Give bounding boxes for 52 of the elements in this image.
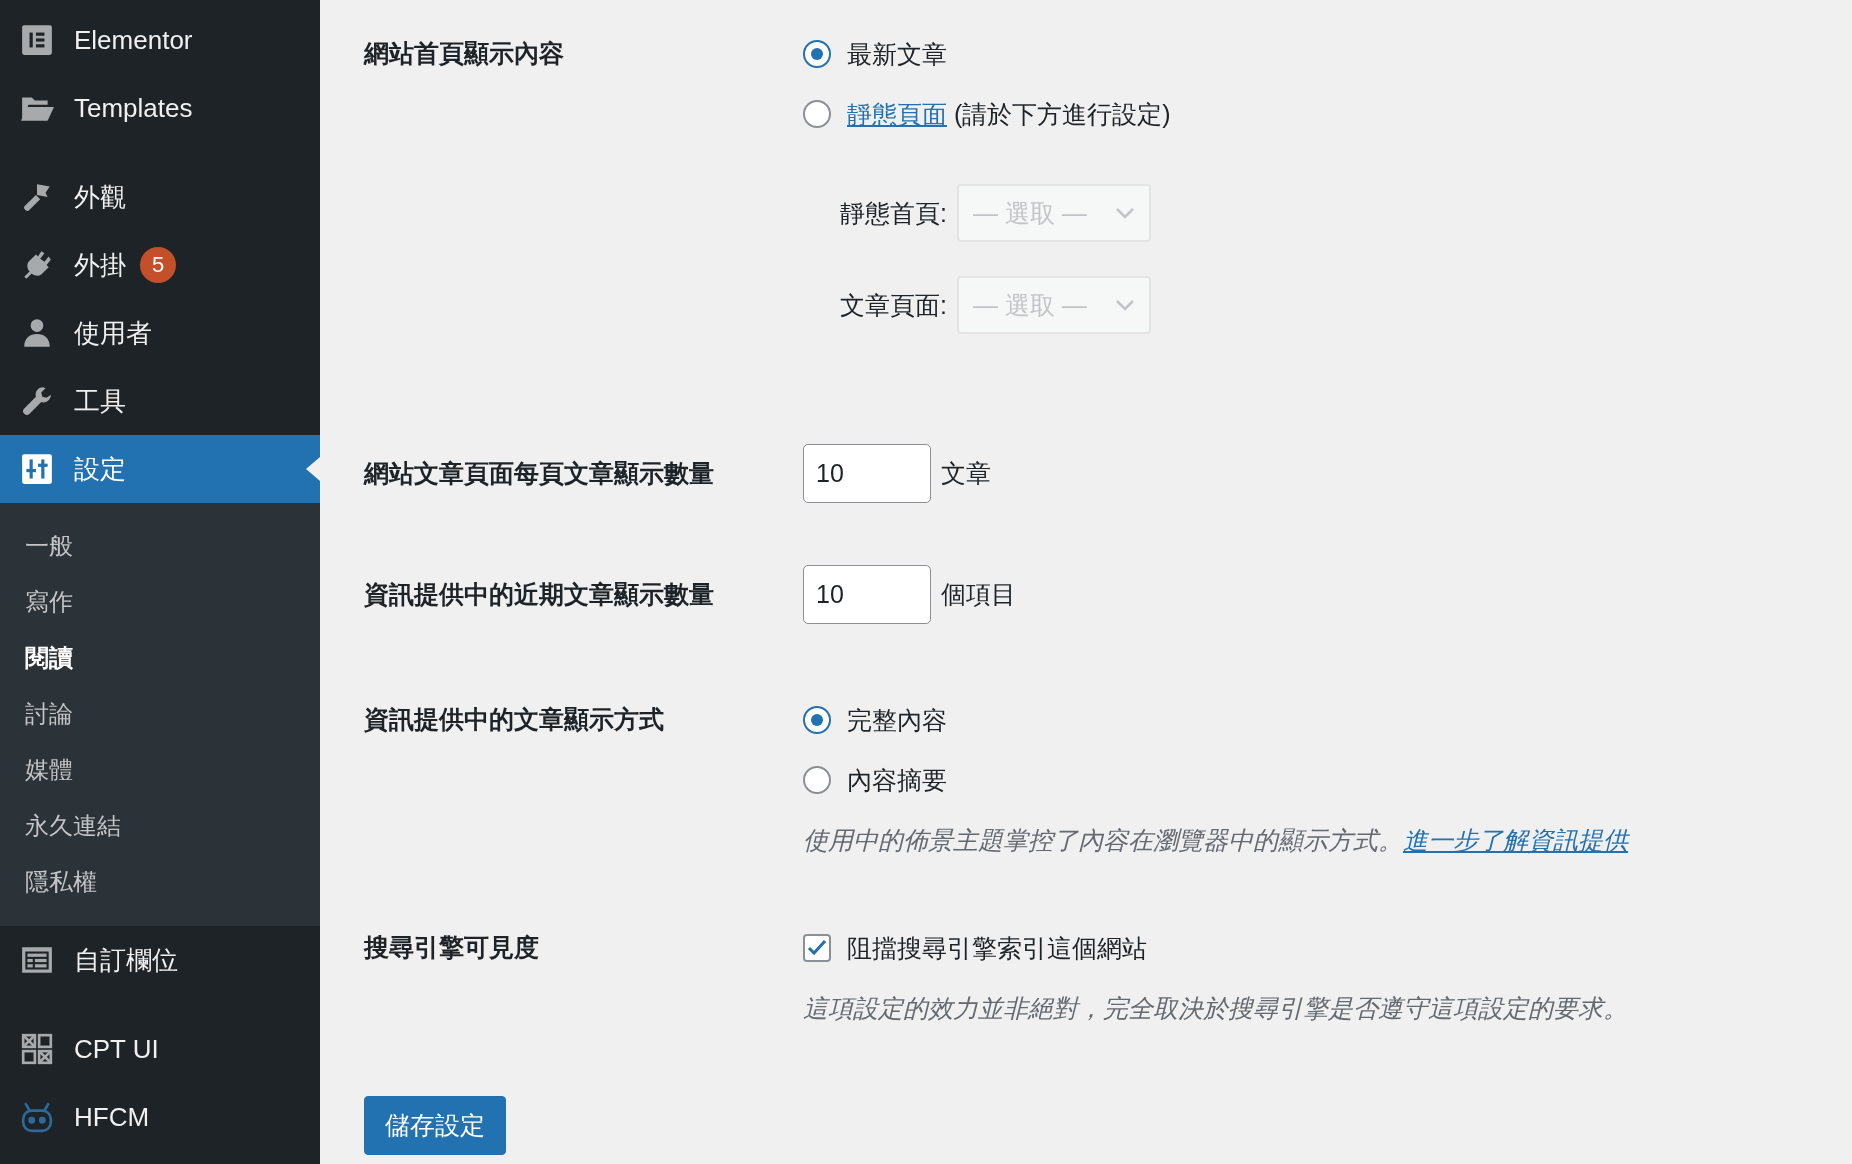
option-label: 最新文章 — [847, 38, 947, 70]
submenu-item[interactable]: 寫作 — [0, 574, 320, 630]
submenu-item[interactable]: 一般 — [0, 518, 320, 574]
menu-item[interactable]: 使用者 — [0, 299, 320, 367]
description-text: 這項設定的效力並非絕對，完全取決於搜尋引擎是否遵守這項設定的要求。 — [803, 993, 1629, 1024]
option-label: 完整內容 — [847, 704, 947, 736]
unit-label: 文章 — [941, 458, 991, 489]
menu-item[interactable]: CPT UI — [0, 1015, 320, 1083]
checkbox[interactable] — [803, 934, 831, 962]
select-label: 靜態首頁: — [840, 197, 947, 229]
menu-item[interactable]: Elementor — [0, 6, 320, 74]
radio-button[interactable] — [803, 40, 831, 68]
number-input[interactable]: 10 — [803, 565, 931, 624]
menu-item[interactable]: 外觀 — [0, 163, 320, 231]
setting-label: 網站首頁顯示內容 — [364, 38, 565, 69]
current-page-pointer — [306, 457, 320, 481]
chevron-down-icon — [1114, 206, 1135, 220]
radio-button[interactable] — [803, 706, 831, 734]
chevron-down-icon — [1114, 298, 1135, 312]
setting-label: 搜尋引擎可見度 — [364, 932, 540, 963]
option-label: 內容摘要 — [847, 764, 947, 796]
radio-button[interactable] — [803, 100, 831, 128]
menu-item[interactable]: 設定 — [0, 435, 320, 503]
learn-more-link[interactable]: 進一步了解資訊提供 — [1403, 826, 1628, 854]
setting-label: 資訊提供中的近期文章顯示數量 — [364, 579, 715, 610]
menu-item[interactable]: HFCM — [0, 1083, 320, 1151]
number-input[interactable]: 10 — [803, 444, 931, 503]
radio-button[interactable] — [803, 766, 831, 794]
update-badge: 5 — [140, 247, 176, 283]
option-label: 靜態頁面 (請於下方進行設定) — [847, 98, 1171, 130]
elementor-icon — [20, 23, 54, 57]
submenu-item[interactable]: 永久連結 — [0, 798, 320, 854]
select-label: 文章頁面: — [840, 289, 947, 321]
submenu-item[interactable]: 媒體 — [0, 742, 320, 798]
checkbox-label: 阻擋搜尋引擎索引這個網站 — [847, 932, 1147, 964]
menu-item[interactable]: Templates — [0, 74, 320, 142]
grid-icon — [20, 1032, 54, 1066]
menu-item[interactable]: 外掛 5 — [0, 231, 320, 299]
submenu-item[interactable]: 閱讀 — [0, 630, 320, 686]
unit-label: 個項目 — [941, 579, 1016, 610]
setting-label: 網站文章頁面每頁文章顯示數量 — [364, 458, 715, 489]
description-text: 使用中的佈景主題掌控了內容在瀏覽器中的顯示方式。進一步了解資訊提供 — [803, 825, 1631, 856]
robot-icon — [20, 1100, 54, 1134]
static-page-link[interactable]: 靜態頁面 — [847, 99, 947, 128]
settings-icon — [20, 452, 54, 486]
submenu-item[interactable]: 隱私權 — [0, 854, 320, 910]
submenu-item[interactable]: 討論 — [0, 686, 320, 742]
menu-item[interactable]: 工具 — [0, 367, 320, 435]
setting-label: 資訊提供中的文章顯示方式 — [364, 704, 665, 735]
save-button[interactable]: 儲存設定 — [364, 1096, 506, 1155]
wrench-icon — [20, 384, 54, 418]
menu-item[interactable]: 自訂欄位 — [0, 926, 320, 994]
